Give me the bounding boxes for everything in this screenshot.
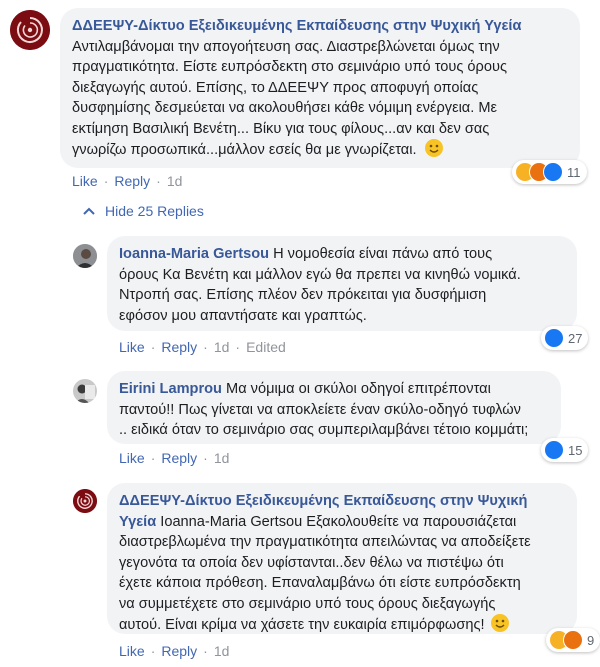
comment-actions: Like · Reply · 1d · Edited: [119, 339, 286, 355]
reaction-summary[interactable]: 9: [546, 628, 600, 652]
avatar[interactable]: [10, 10, 50, 50]
reaction-summary[interactable]: 15: [541, 438, 589, 462]
chevron-up-icon: [83, 207, 95, 215]
separator-dot: ·: [235, 339, 241, 355]
reaction-summary[interactable]: 27: [541, 326, 589, 350]
timestamp[interactable]: 1d: [214, 643, 230, 659]
like-link[interactable]: Like: [119, 450, 145, 466]
comment-actions: Like · Reply · 1d: [119, 450, 229, 466]
user-photo-icon: [73, 379, 97, 403]
avatar[interactable]: [73, 489, 97, 513]
separator-dot: ·: [203, 339, 208, 355]
user-photo-icon: [73, 244, 97, 268]
like-icon: [543, 162, 563, 182]
angry-icon: [563, 630, 583, 650]
comment-author[interactable]: ΔΔΕΕΨΥ-Δίκτυο Εξειδικευμένης Εκπαίδευσης…: [119, 493, 527, 509]
timestamp[interactable]: 1d: [214, 450, 230, 466]
like-link[interactable]: Like: [119, 643, 145, 659]
comment-bubble: ΔΔΕΕΨΥ-Δίκτυο Εξειδικευμένης Εκπαίδευσης…: [107, 483, 577, 634]
comment-bubble: Ioanna-Maria Gertsou Η νομοθεσία είναι π…: [107, 236, 577, 331]
separator-dot: ·: [150, 339, 156, 355]
comment-text: Αντιλαμβάνομαι την απογοήτευση σας. Διασ…: [72, 38, 507, 159]
avatar[interactable]: [73, 244, 97, 268]
reaction-count: 11: [567, 164, 581, 180]
reply-link[interactable]: Reply: [161, 450, 197, 466]
comment-actions: Like · Reply · 1d: [119, 643, 229, 659]
like-icon: [544, 440, 564, 460]
avatar[interactable]: [73, 379, 97, 403]
like-link[interactable]: Like: [119, 339, 145, 355]
like-icon: [544, 328, 564, 348]
org-logo-icon: [10, 10, 50, 50]
timestamp[interactable]: 1d: [167, 173, 183, 189]
smile-emoji-icon: [424, 139, 443, 157]
smile-emoji-icon: [490, 614, 509, 632]
hide-replies-button[interactable]: Hide 25 Replies: [83, 203, 204, 219]
like-link[interactable]: Like: [72, 173, 98, 189]
comment-author[interactable]: ΔΔΕΕΨΥ-Δίκτυο Εξειδικευμένης Εκπαίδευσης…: [72, 18, 521, 34]
timestamp[interactable]: 1d: [214, 339, 230, 355]
reaction-count: 27: [568, 330, 583, 346]
edited-label[interactable]: Edited: [246, 339, 286, 355]
reply-link[interactable]: Reply: [161, 339, 197, 355]
reaction-summary[interactable]: 11: [512, 160, 587, 184]
comment-bubble: Eirini Lamprou Μα νόμιμα οι σκύλοι οδηγο…: [107, 371, 561, 444]
comment-actions: Like · Reply · 1d: [72, 173, 182, 189]
comment-author[interactable]: Eirini Lamprou: [119, 381, 222, 397]
org-logo-icon: [73, 489, 97, 513]
separator-dot: ·: [150, 643, 156, 659]
reply-link[interactable]: Reply: [161, 643, 197, 659]
separator-dot: ·: [103, 173, 109, 189]
comment-author[interactable]: Ioanna-Maria Gertsou: [119, 246, 269, 262]
hide-replies-label: Hide 25 Replies: [105, 203, 204, 219]
comment-bubble: ΔΔΕΕΨΥ-Δίκτυο Εξειδικευμένης Εκπαίδευσης…: [60, 8, 580, 168]
separator-dot: ·: [150, 450, 156, 466]
reply-link[interactable]: Reply: [114, 173, 150, 189]
reaction-count: 9: [587, 632, 595, 648]
reaction-count: 15: [568, 442, 583, 458]
separator-dot: ·: [156, 173, 161, 189]
separator-dot: ·: [203, 643, 208, 659]
separator-dot: ·: [203, 450, 208, 466]
